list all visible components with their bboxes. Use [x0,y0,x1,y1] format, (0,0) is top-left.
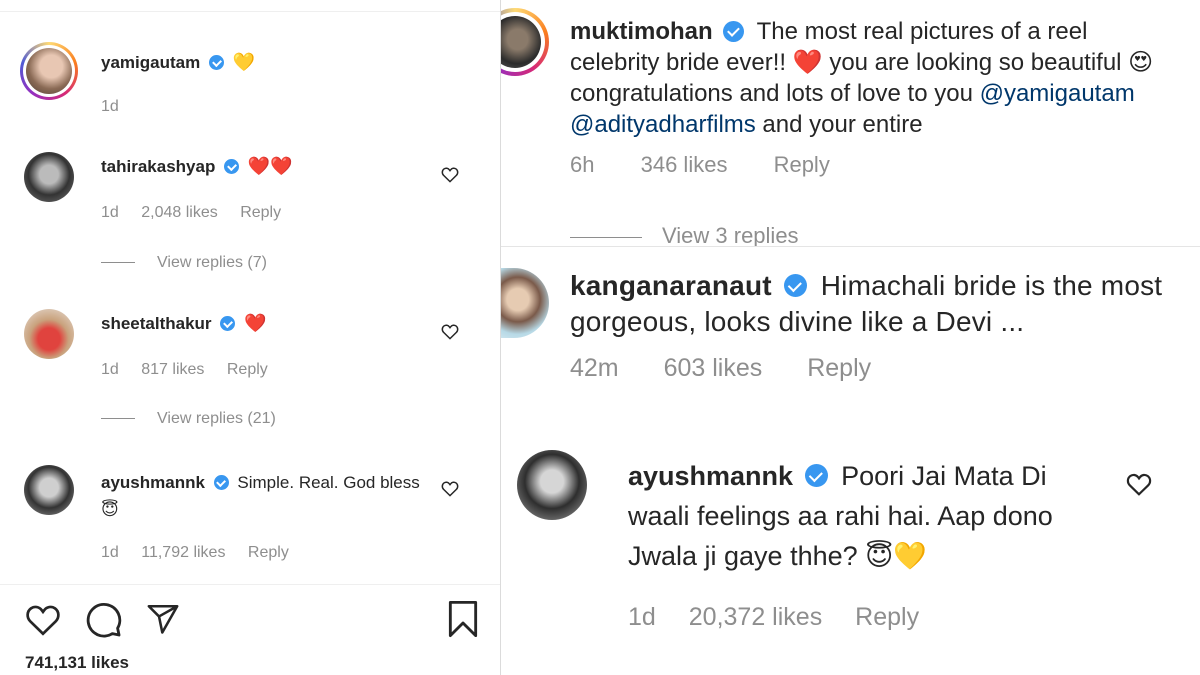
comment-likes[interactable]: 11,792 likes [141,544,225,561]
comment-meta: 1d 20,372 likes Reply [628,603,937,632]
verified-badge-icon [804,464,828,488]
comment-line: kanganaranaut Himachali bride is the mos… [570,268,1170,340]
left-comments-panel: yamigautam 💛 1d tahirakashyap ❤️❤️ 1d 2,… [0,0,500,675]
reply-button[interactable]: Reply [855,603,919,631]
avatar[interactable] [24,309,74,359]
comment-likes[interactable]: 817 likes [141,361,204,378]
like-comment-heart-icon[interactable] [441,480,459,497]
comment-time: 1d [628,603,656,631]
comment-meta: 1d 11,792 likes Reply [101,544,307,562]
avatar [26,48,72,94]
comment-emoji: ❤️ [244,313,267,333]
reply-button[interactable]: Reply [774,152,830,177]
comment-line: sheetalthakur ❤️ [101,313,266,334]
comment-line: yamigautam 💛 [101,52,255,73]
comment-card-ayushmannk: ayushmannk Poori Jai Mata Di waali feeli… [501,429,1200,675]
comment-time: 42m [570,354,619,382]
avatar[interactable] [517,450,587,520]
comment-likes[interactable]: 2,048 likes [141,204,218,221]
avatar[interactable] [24,152,74,202]
comment-emoji: ❤️❤️ [247,156,293,176]
reply-button[interactable]: Reply [248,544,289,561]
view-replies-line [570,236,642,238]
view-replies-button[interactable]: View 3 replies [570,223,817,247]
comment-meta: 42m 603 likes Reply [570,354,889,383]
mention-link[interactable]: @adityadharfilms [570,111,756,138]
avatar-story-ring[interactable] [501,8,549,76]
view-replies-button[interactable]: View replies (21) [101,410,294,428]
view-replies-label: View replies (7) [157,254,267,271]
comment-emoji: 💛 [232,52,256,72]
heart-icon[interactable] [25,603,61,636]
top-divider [0,0,500,12]
comment-meta: 1d 817 likes Reply [101,361,286,379]
like-comment-heart-icon[interactable] [1126,472,1152,496]
comment-time: 1d [101,204,119,221]
verified-badge-icon [213,475,229,491]
reply-button[interactable]: Reply [227,361,268,378]
view-replies-label: View replies (21) [157,410,276,427]
comment-username[interactable]: sheetalthakur [101,314,212,333]
comment-icon[interactable] [85,601,123,639]
comment-card-muktimohan: muktimohan The most real pictures of a r… [501,0,1200,247]
verified-badge-icon [208,55,224,71]
comment-line: tahirakashyap ❤️❤️ [101,156,293,177]
comment-meta: 6h 346 likes Reply [570,152,848,178]
avatar-story-ring[interactable] [20,42,78,100]
verified-badge-icon [723,20,745,42]
comment-line: ayushmannk Simple. Real. God bless😇 [101,469,421,523]
share-icon[interactable] [145,602,181,636]
comment-username[interactable]: ayushmannk [101,473,205,492]
reply-button[interactable]: Reply [807,354,871,382]
comment-time: 1d [101,361,119,378]
comment-username[interactable]: muktimohan [570,18,713,45]
comment-card-kanganaranaut: kanganaranaut Himachali bride is the mos… [501,247,1200,429]
verified-badge-icon [220,316,236,332]
view-replies-line [101,418,135,420]
comment-likes[interactable]: 20,372 likes [689,603,822,631]
mention-link[interactable]: @yamigautam [980,80,1135,107]
comment-line: ayushmannk Poori Jai Mata Di waali feeli… [628,456,1068,576]
comment-time: 1d [101,98,119,115]
comment-likes[interactable]: 603 likes [664,354,763,382]
comment-time: 6h [570,152,595,177]
comment-username[interactable]: kanganaranaut [570,270,772,301]
avatar[interactable] [24,465,74,515]
comment-username[interactable]: tahirakashyap [101,157,215,176]
verified-badge-icon [224,159,240,175]
comment-likes[interactable]: 346 likes [641,152,728,177]
comment-meta: 1d [101,98,137,116]
comment-meta: 1d 2,048 likes Reply [101,204,299,222]
action-bar-divider [0,584,500,585]
like-comment-heart-icon[interactable] [441,323,459,340]
reply-button[interactable]: Reply [240,204,281,221]
like-comment-heart-icon[interactable] [441,166,459,183]
view-replies-line [101,262,135,264]
view-replies-label: View 3 replies [662,223,799,247]
comment-line: muktimohan The most real pictures of a r… [570,16,1180,140]
comment-time: 1d [101,544,119,561]
view-replies-button[interactable]: View replies (7) [101,254,285,272]
comment-username[interactable]: ayushmannk [628,461,793,491]
avatar[interactable] [501,268,549,338]
comment-text-end: and your entire [755,111,923,138]
comment-username[interactable]: yamigautam [101,53,200,72]
verified-badge-icon [783,274,807,298]
bookmark-icon[interactable] [446,600,480,638]
post-likes-count[interactable]: 741,131 likes [25,653,129,673]
